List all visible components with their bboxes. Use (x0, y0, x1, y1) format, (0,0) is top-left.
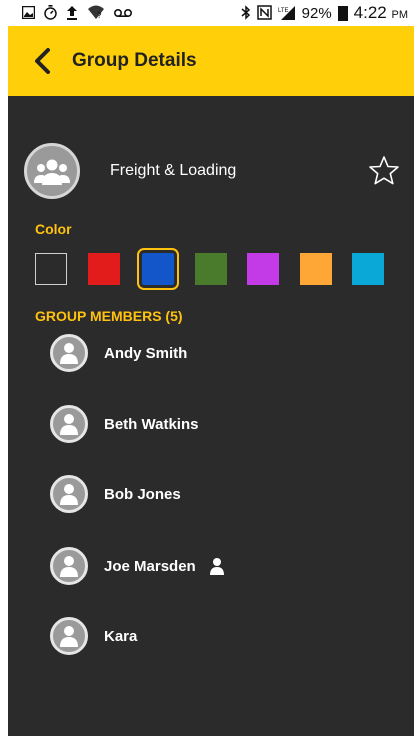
status-right-icons: LTE 92% 4:22 PM (241, 3, 414, 23)
group-name: Freight & Loading (110, 162, 237, 179)
group-avatar (24, 143, 80, 199)
swatch-purple[interactable] (247, 253, 279, 285)
member-row[interactable]: Joe Marsden (50, 546, 390, 586)
lte-signal-icon: LTE (278, 5, 296, 22)
person-icon (60, 414, 78, 435)
swatch-blue-selected[interactable] (137, 248, 179, 290)
swatch-green[interactable] (195, 253, 227, 285)
back-chevron-icon (35, 48, 50, 74)
nfc-icon (256, 4, 272, 22)
group-header: Freight & Loading (24, 141, 414, 201)
stopwatch-icon (44, 4, 57, 22)
color-section-label: Color (35, 221, 72, 237)
member-name: Beth Watkins (104, 415, 199, 433)
swatch-orange[interactable] (300, 253, 332, 285)
member-row[interactable]: Bob Jones (50, 474, 390, 514)
status-bar: ? LTE 92% 4:22 PM (8, 0, 414, 26)
member-avatar (50, 405, 88, 443)
battery-icon (337, 5, 348, 21)
member-avatar (50, 475, 88, 513)
color-swatches (35, 248, 395, 290)
upload-icon (66, 5, 78, 22)
wifi-question-icon: ? (87, 5, 105, 21)
group-details-content: Freight & Loading Color GROUP MEMBERS (5… (8, 96, 414, 736)
app-bar: Group Details (8, 26, 414, 96)
member-name: Andy Smith (104, 344, 188, 362)
star-outline-icon (369, 156, 399, 185)
bluetooth-icon (241, 4, 251, 22)
person-icon (60, 556, 78, 577)
admin-person-icon (209, 557, 224, 575)
member-row[interactable]: Kara (50, 616, 390, 656)
svg-text:?: ? (97, 11, 102, 19)
member-row[interactable]: Andy Smith (50, 333, 390, 373)
clock: 4:22 PM (353, 3, 408, 22)
member-avatar (50, 334, 88, 372)
group-members-label: GROUP MEMBERS (5) (35, 308, 183, 324)
battery-percent: 92% (301, 4, 332, 22)
back-button[interactable] (22, 41, 62, 81)
swatch-none[interactable] (35, 253, 67, 285)
svg-text:LTE: LTE (278, 8, 289, 14)
person-icon (60, 343, 78, 364)
member-row[interactable]: Beth Watkins (50, 404, 390, 444)
swatch-red[interactable] (88, 253, 120, 285)
member-name: Joe Marsden (104, 557, 196, 575)
person-icon (60, 484, 78, 505)
person-icon (60, 626, 78, 647)
swatch-cyan[interactable] (352, 253, 384, 285)
group-people-icon (34, 159, 70, 185)
member-name: Bob Jones (104, 485, 181, 503)
favorite-button[interactable] (368, 155, 400, 191)
page-title: Group Details (72, 50, 197, 71)
status-left-icons: ? (8, 4, 133, 22)
image-icon (21, 5, 36, 21)
member-name: Kara (104, 627, 138, 645)
member-avatar (50, 547, 88, 585)
member-avatar (50, 617, 88, 655)
voicemail-icon (113, 6, 133, 20)
